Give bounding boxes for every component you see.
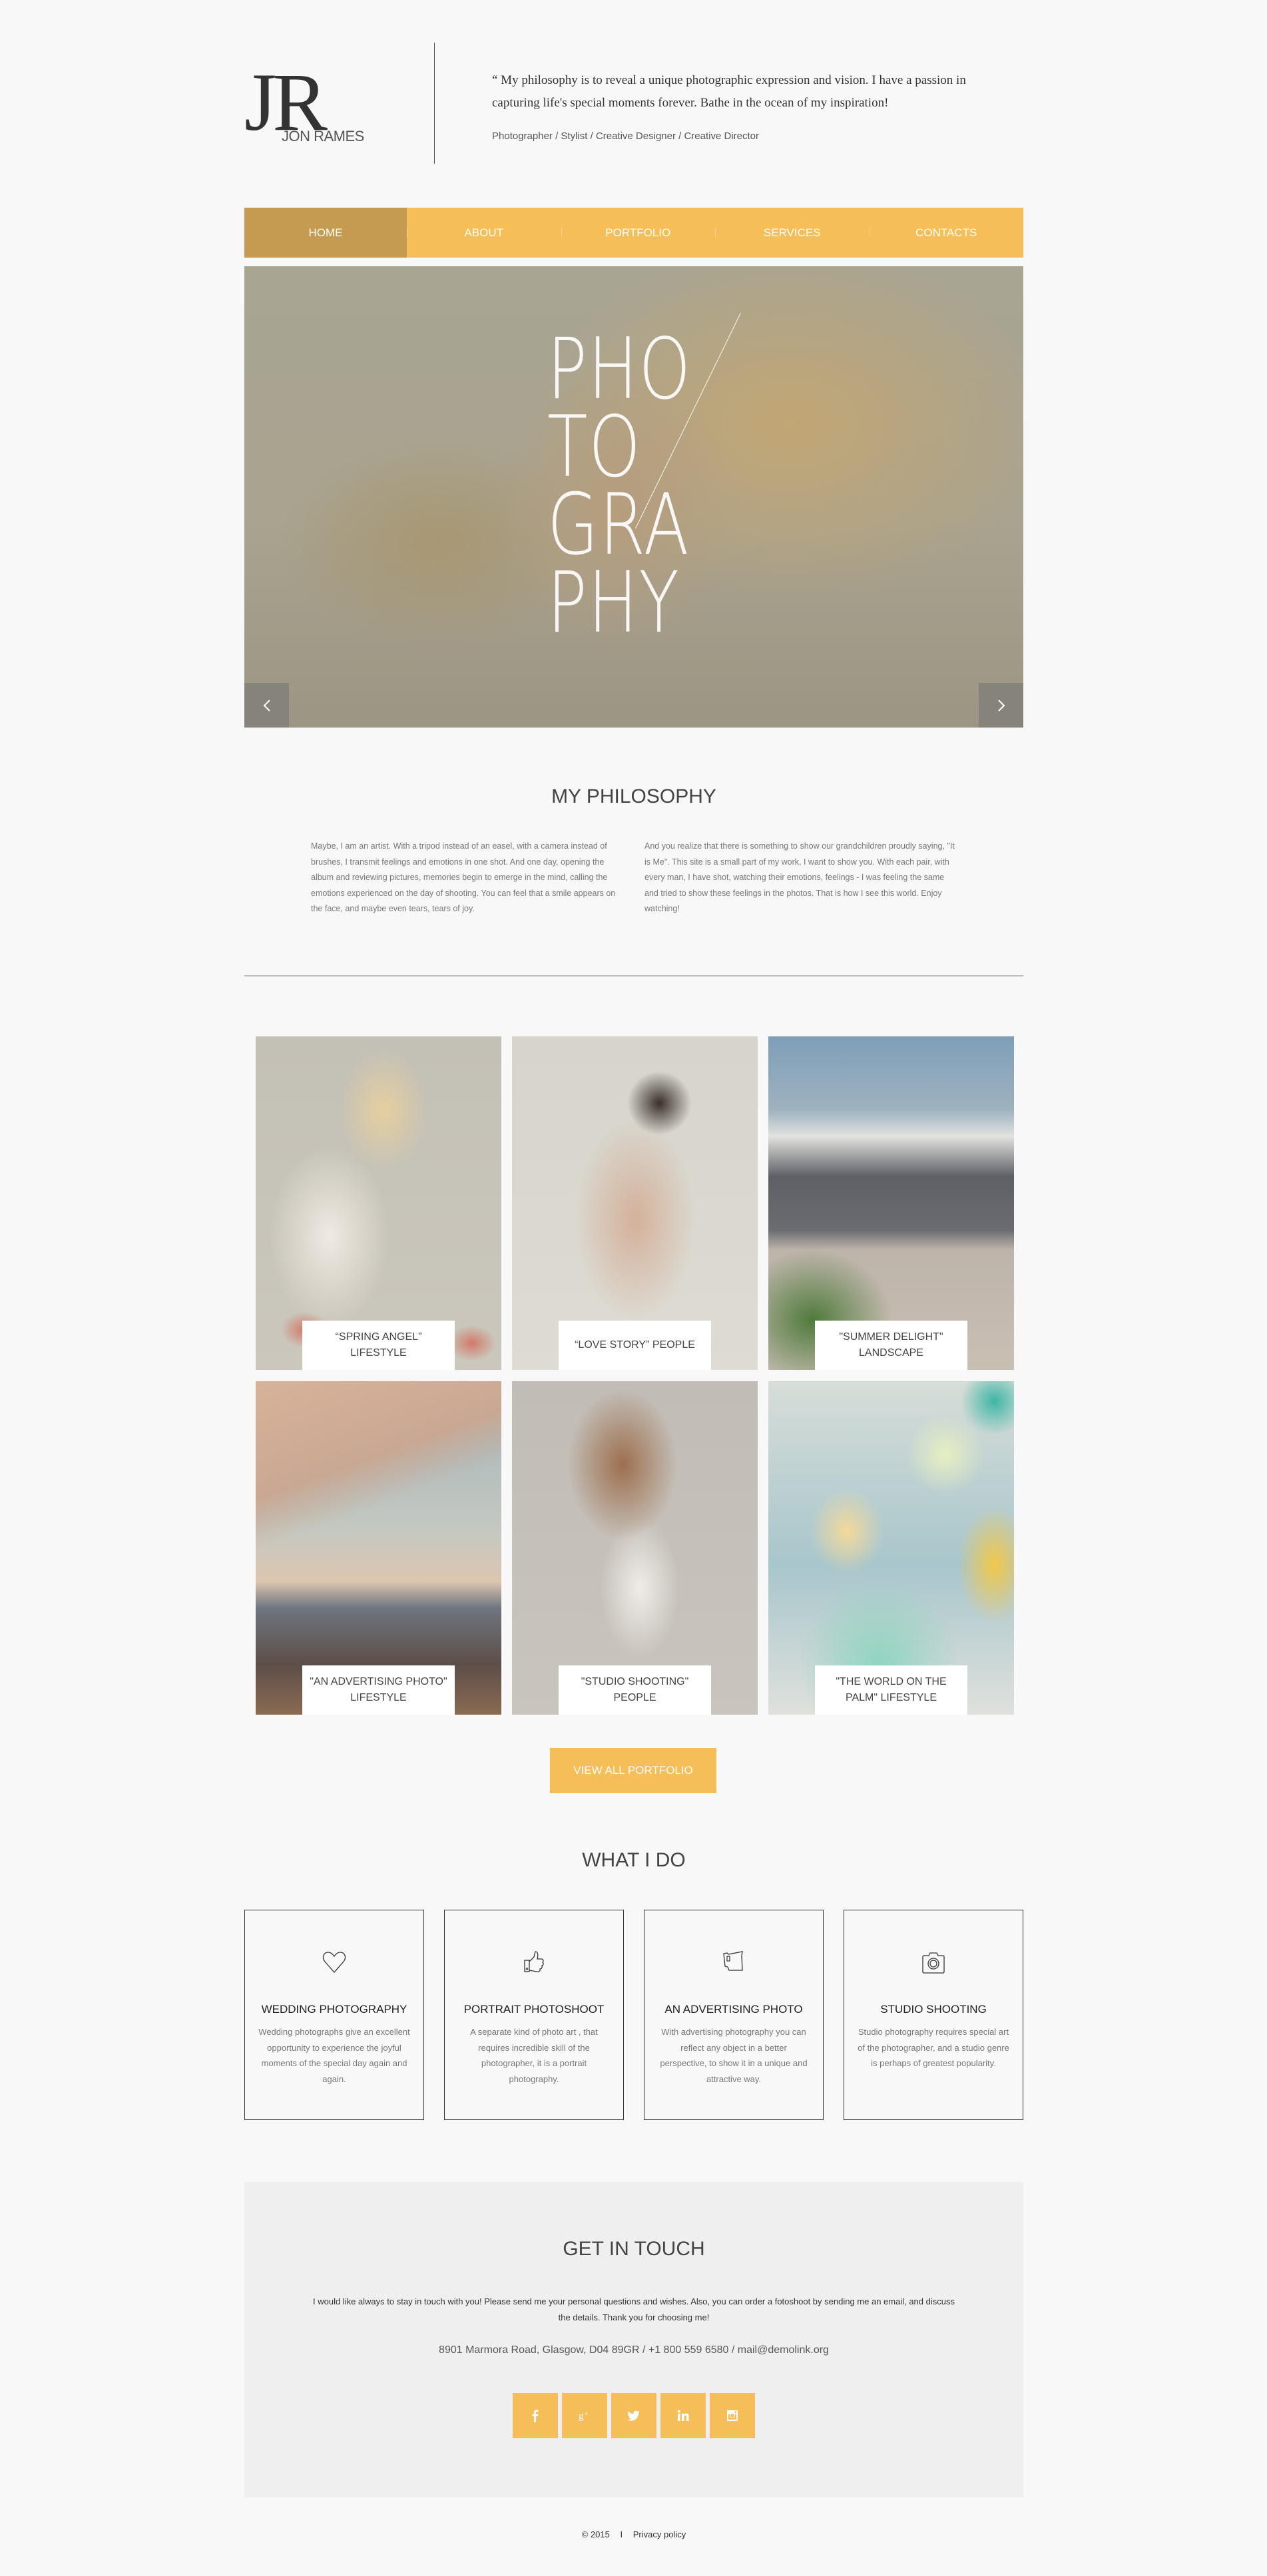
philosophy-title: MY PHILOSOPHY: [551, 785, 716, 807]
header-quote: “ My philosophy is to reveal a unique ph…: [492, 73, 966, 110]
site-header: JR JON RAMES “ My philosophy is to revea…: [244, 43, 1023, 165]
hero-line: GRA: [547, 475, 690, 574]
service-title: WEDDING PHOTOGRAPHY: [261, 2003, 407, 2016]
nav-home[interactable]: HOME: [244, 208, 407, 258]
service-card: PORTRAIT PHOTOSHOOT A separate kind of p…: [444, 1910, 624, 2120]
facebook-button[interactable]: [513, 2393, 558, 2438]
service-title: AN ADVERTISING PHOTO: [664, 2003, 803, 2016]
linkedin-icon: [677, 2410, 689, 2421]
slider-next-button[interactable]: [979, 683, 1023, 728]
service-card: AN ADVERTISING PHOTO With advertising ph…: [644, 1910, 824, 2120]
footer: © 2015 I Privacy policy: [244, 2529, 1023, 2539]
services-title: WHAT I DO: [582, 1849, 686, 1871]
chevron-left-icon: [263, 699, 270, 712]
camera-icon: [922, 1952, 945, 1974]
thumbs-up-icon: [524, 1951, 544, 1972]
service-card: WEDDING PHOTOGRAPHY Wedding photographs …: [244, 1910, 424, 2120]
portfolio-tile[interactable]: “SPRING ANGEL” LIFESTYLE: [256, 1036, 501, 1370]
hero-slider: PHO TO GRA PHY: [244, 266, 1023, 728]
section-divider: [244, 975, 1023, 976]
nav-portfolio[interactable]: PORTFOLIO: [561, 208, 716, 258]
service-title: STUDIO SHOOTING: [880, 2003, 987, 2016]
svg-text:+: +: [585, 2410, 588, 2417]
hero-line: PHY: [547, 553, 680, 652]
service-title: PORTRAIT PHOTOSHOOT: [463, 2003, 605, 2016]
portfolio-tile[interactable]: "STUDIO SHOOTING" PEOPLE: [512, 1381, 758, 1715]
portfolio-tile[interactable]: “LOVE STORY” PEOPLE: [512, 1036, 758, 1370]
service-desc: Studio photography requires special art …: [858, 2027, 1009, 2068]
nav-services[interactable]: SERVICES: [715, 208, 870, 258]
facebook-icon: [532, 2410, 539, 2422]
service-desc: Wedding photographs give an excellent op…: [258, 2027, 410, 2084]
main-nav: HOME ABOUT PORTFOLIO SERVICES CONTACTS: [244, 208, 1023, 258]
portfolio-caption[interactable]: "SUMMER DELIGHT" LANDSCAPE: [815, 1321, 967, 1370]
footer-separator: I: [620, 2529, 623, 2539]
philosophy-col-2: And you realize that there is something …: [644, 841, 955, 913]
contact-text: I would like always to stay in touch wit…: [313, 2296, 955, 2322]
logo-name[interactable]: JON RAMES: [282, 128, 364, 145]
instagram-icon: [727, 2410, 738, 2421]
portfolio-tile[interactable]: "SUMMER DELIGHT" LANDSCAPE: [768, 1036, 1014, 1370]
portfolio-gallery: “SPRING ANGEL” LIFESTYLE “LOVE STORY” PE…: [256, 1036, 1014, 1715]
contact-info[interactable]: 8901 Marmora Road, Glasgow, D04 89GR / +…: [244, 2344, 1023, 2356]
philosophy-text: Maybe, I am an artist. With a tripod ins…: [311, 839, 957, 917]
google-plus-button[interactable]: g +: [562, 2393, 607, 2438]
portfolio-caption[interactable]: "THE WORLD ON THE PALM" LIFESTYLE: [815, 1665, 967, 1715]
instagram-button[interactable]: [710, 2393, 755, 2438]
chevron-right-icon: [997, 699, 1005, 712]
social-links: g +: [513, 2393, 755, 2438]
hero-title: PHO TO GRA PHY: [547, 320, 732, 652]
service-desc: A separate kind of photo art , that requ…: [470, 2027, 598, 2084]
heart-icon: [322, 1952, 346, 1973]
portfolio-caption[interactable]: "STUDIO SHOOTING" PEOPLE: [559, 1665, 711, 1715]
slider-prev-button[interactable]: [244, 683, 289, 728]
svg-text:g: g: [579, 2411, 584, 2422]
portfolio-caption[interactable]: "AN ADVERTISING PHOTO" LIFESTYLE: [302, 1665, 455, 1715]
twitter-button[interactable]: [611, 2393, 656, 2438]
nav-contacts[interactable]: CONTACTS: [869, 208, 1024, 258]
services-list: WEDDING PHOTOGRAPHY Wedding photographs …: [244, 1910, 1023, 2120]
header-divider: [434, 43, 435, 164]
mug-icon: [723, 1951, 743, 1971]
privacy-policy-link[interactable]: Privacy policy: [633, 2529, 686, 2539]
portfolio-caption[interactable]: “LOVE STORY” PEOPLE: [559, 1321, 711, 1370]
portfolio-caption[interactable]: “SPRING ANGEL” LIFESTYLE: [302, 1321, 455, 1370]
portfolio-tile[interactable]: "AN ADVERTISING PHOTO" LIFESTYLE: [256, 1381, 501, 1715]
copyright: © 2015: [581, 2529, 610, 2539]
contact-title: GET IN TOUCH: [563, 2238, 705, 2260]
contact-section: GET IN TOUCH I would like always to stay…: [244, 2182, 1023, 2497]
linkedin-button[interactable]: [660, 2393, 706, 2438]
nav-about[interactable]: ABOUT: [407, 208, 561, 258]
header-roles: Photographer / Stylist / Creative Design…: [492, 130, 759, 142]
hero-line: TO: [547, 397, 642, 496]
philosophy-col-1: Maybe, I am an artist. With a tripod ins…: [311, 841, 616, 913]
view-all-portfolio-button[interactable]: VIEW ALL PORTFOLIO: [550, 1748, 716, 1793]
twitter-icon: [627, 2410, 640, 2421]
service-card: STUDIO SHOOTING Studio photography requi…: [844, 1910, 1023, 2120]
service-desc: With advertising photography you can ref…: [660, 2027, 808, 2084]
google-plus-icon: g +: [579, 2410, 588, 2422]
portfolio-tile[interactable]: "THE WORLD ON THE PALM" LIFESTYLE: [768, 1381, 1014, 1715]
hero-line: PHO: [547, 320, 692, 418]
